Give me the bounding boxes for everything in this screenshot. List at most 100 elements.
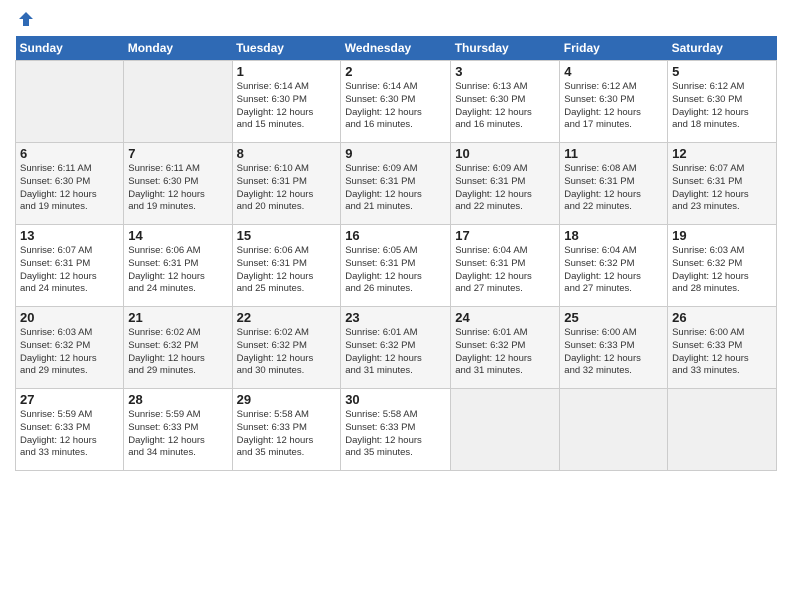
- week-row-4: 27 Sunrise: 5:59 AM Sunset: 6:33 PM Dayli…: [16, 389, 777, 471]
- day-info: Sunrise: 6:09 AM Sunset: 6:31 PM Dayligh…: [455, 163, 555, 214]
- calendar-cell: 1 Sunrise: 6:14 AM Sunset: 6:30 PM Daylig…: [232, 61, 341, 143]
- calendar-cell: [560, 389, 668, 471]
- calendar-cell: [16, 61, 124, 143]
- day-number: 22: [237, 310, 337, 325]
- calendar-cell: 2 Sunrise: 6:14 AM Sunset: 6:30 PM Daylig…: [341, 61, 451, 143]
- calendar-cell: 5Sunrise: 6:12 AM Sunset: 6:30 PM Daylig…: [668, 61, 777, 143]
- calendar-cell: [668, 389, 777, 471]
- calendar-cell: 26 Sunrise: 6:00 AM Sunset: 6:33 PM Dayli…: [668, 307, 777, 389]
- week-row-3: 20 Sunrise: 6:03 AM Sunset: 6:32 PM Dayli…: [16, 307, 777, 389]
- day-info: Sunrise: 6:01 AM Sunset: 6:32 PM Dayligh…: [455, 327, 555, 378]
- day-info: Sunrise: 6:14 AM Sunset: 6:30 PM Dayligh…: [345, 81, 446, 132]
- calendar-cell: 18Sunrise: 6:04 AM Sunset: 6:32 PM Dayli…: [560, 225, 668, 307]
- calendar-cell: 9 Sunrise: 6:09 AM Sunset: 6:31 PM Daylig…: [341, 143, 451, 225]
- day-info: Sunrise: 5:58 AM Sunset: 6:33 PM Dayligh…: [345, 409, 446, 460]
- day-info: Sunrise: 6:01 AM Sunset: 6:32 PM Dayligh…: [345, 327, 446, 378]
- day-number: 20: [20, 310, 119, 325]
- day-info: Sunrise: 6:02 AM Sunset: 6:32 PM Dayligh…: [237, 327, 337, 378]
- calendar-cell: 12 Sunrise: 6:07 AM Sunset: 6:31 PM Dayli…: [668, 143, 777, 225]
- day-number: 4: [564, 64, 663, 79]
- weekday-tuesday: Tuesday: [232, 36, 341, 61]
- calendar-cell: 28Sunrise: 5:59 AM Sunset: 6:33 PM Dayli…: [124, 389, 232, 471]
- day-number: 16: [345, 228, 446, 243]
- calendar-cell: 15 Sunrise: 6:06 AM Sunset: 6:31 PM Dayli…: [232, 225, 341, 307]
- day-info: Sunrise: 6:04 AM Sunset: 6:32 PM Dayligh…: [564, 245, 663, 296]
- day-number: 29: [237, 392, 337, 407]
- calendar-cell: 22 Sunrise: 6:02 AM Sunset: 6:32 PM Dayli…: [232, 307, 341, 389]
- day-number: 27: [20, 392, 119, 407]
- calendar-cell: 19 Sunrise: 6:03 AM Sunset: 6:32 PM Dayli…: [668, 225, 777, 307]
- weekday-friday: Friday: [560, 36, 668, 61]
- day-info: Sunrise: 6:03 AM Sunset: 6:32 PM Dayligh…: [20, 327, 119, 378]
- day-info: Sunrise: 6:08 AM Sunset: 6:31 PM Dayligh…: [564, 163, 663, 214]
- week-row-0: 1 Sunrise: 6:14 AM Sunset: 6:30 PM Daylig…: [16, 61, 777, 143]
- calendar-cell: 6Sunrise: 6:11 AM Sunset: 6:30 PM Daylig…: [16, 143, 124, 225]
- header: [15, 10, 777, 28]
- calendar-cell: 27 Sunrise: 5:59 AM Sunset: 6:33 PM Dayli…: [16, 389, 124, 471]
- day-number: 17: [455, 228, 555, 243]
- day-info: Sunrise: 6:13 AM Sunset: 6:30 PM Dayligh…: [455, 81, 555, 132]
- week-row-1: 6Sunrise: 6:11 AM Sunset: 6:30 PM Daylig…: [16, 143, 777, 225]
- day-info: Sunrise: 6:03 AM Sunset: 6:32 PM Dayligh…: [672, 245, 772, 296]
- page: SundayMondayTuesdayWednesdayThursdayFrid…: [0, 0, 792, 612]
- day-info: Sunrise: 6:12 AM Sunset: 6:30 PM Dayligh…: [564, 81, 663, 132]
- day-number: 13: [20, 228, 119, 243]
- day-info: Sunrise: 6:10 AM Sunset: 6:31 PM Dayligh…: [237, 163, 337, 214]
- calendar-cell: 21Sunrise: 6:02 AM Sunset: 6:32 PM Dayli…: [124, 307, 232, 389]
- day-info: Sunrise: 6:06 AM Sunset: 6:31 PM Dayligh…: [128, 245, 227, 296]
- calendar-cell: 14 Sunrise: 6:06 AM Sunset: 6:31 PM Dayli…: [124, 225, 232, 307]
- calendar-cell: 3Sunrise: 6:13 AM Sunset: 6:30 PM Daylig…: [451, 61, 560, 143]
- calendar-cell: 8 Sunrise: 6:10 AM Sunset: 6:31 PM Daylig…: [232, 143, 341, 225]
- calendar-cell: 16 Sunrise: 6:05 AM Sunset: 6:31 PM Dayli…: [341, 225, 451, 307]
- day-number: 2: [345, 64, 446, 79]
- day-info: Sunrise: 6:07 AM Sunset: 6:31 PM Dayligh…: [20, 245, 119, 296]
- day-number: 9: [345, 146, 446, 161]
- calendar-cell: 25 Sunrise: 6:00 AM Sunset: 6:33 PM Dayli…: [560, 307, 668, 389]
- calendar-cell: 7Sunrise: 6:11 AM Sunset: 6:30 PM Daylig…: [124, 143, 232, 225]
- calendar-cell: 30 Sunrise: 5:58 AM Sunset: 6:33 PM Dayli…: [341, 389, 451, 471]
- calendar-cell: 11 Sunrise: 6:08 AM Sunset: 6:31 PM Dayli…: [560, 143, 668, 225]
- day-info: Sunrise: 6:05 AM Sunset: 6:31 PM Dayligh…: [345, 245, 446, 296]
- day-number: 24: [455, 310, 555, 325]
- day-info: Sunrise: 6:06 AM Sunset: 6:31 PM Dayligh…: [237, 245, 337, 296]
- day-info: Sunrise: 6:14 AM Sunset: 6:30 PM Dayligh…: [237, 81, 337, 132]
- day-number: 25: [564, 310, 663, 325]
- day-number: 23: [345, 310, 446, 325]
- day-number: 1: [237, 64, 337, 79]
- day-info: Sunrise: 5:59 AM Sunset: 6:33 PM Dayligh…: [20, 409, 119, 460]
- calendar-cell: [451, 389, 560, 471]
- day-info: Sunrise: 5:58 AM Sunset: 6:33 PM Dayligh…: [237, 409, 337, 460]
- calendar-cell: 17Sunrise: 6:04 AM Sunset: 6:31 PM Dayli…: [451, 225, 560, 307]
- calendar: SundayMondayTuesdayWednesdayThursdayFrid…: [15, 36, 777, 471]
- day-number: 26: [672, 310, 772, 325]
- weekday-thursday: Thursday: [451, 36, 560, 61]
- day-info: Sunrise: 6:11 AM Sunset: 6:30 PM Dayligh…: [20, 163, 119, 214]
- calendar-cell: 10Sunrise: 6:09 AM Sunset: 6:31 PM Dayli…: [451, 143, 560, 225]
- calendar-cell: [124, 61, 232, 143]
- day-info: Sunrise: 6:12 AM Sunset: 6:30 PM Dayligh…: [672, 81, 772, 132]
- day-number: 28: [128, 392, 227, 407]
- calendar-cell: 29 Sunrise: 5:58 AM Sunset: 6:33 PM Dayli…: [232, 389, 341, 471]
- day-info: Sunrise: 6:11 AM Sunset: 6:30 PM Dayligh…: [128, 163, 227, 214]
- logo: [15, 10, 35, 28]
- logo-icon: [17, 10, 35, 28]
- day-info: Sunrise: 6:00 AM Sunset: 6:33 PM Dayligh…: [564, 327, 663, 378]
- day-number: 30: [345, 392, 446, 407]
- weekday-monday: Monday: [124, 36, 232, 61]
- day-number: 15: [237, 228, 337, 243]
- weekday-header-row: SundayMondayTuesdayWednesdayThursdayFrid…: [16, 36, 777, 61]
- day-number: 12: [672, 146, 772, 161]
- day-info: Sunrise: 6:00 AM Sunset: 6:33 PM Dayligh…: [672, 327, 772, 378]
- calendar-cell: 13 Sunrise: 6:07 AM Sunset: 6:31 PM Dayli…: [16, 225, 124, 307]
- weekday-sunday: Sunday: [16, 36, 124, 61]
- calendar-cell: 4 Sunrise: 6:12 AM Sunset: 6:30 PM Daylig…: [560, 61, 668, 143]
- day-info: Sunrise: 6:07 AM Sunset: 6:31 PM Dayligh…: [672, 163, 772, 214]
- day-info: Sunrise: 6:09 AM Sunset: 6:31 PM Dayligh…: [345, 163, 446, 214]
- calendar-cell: 20 Sunrise: 6:03 AM Sunset: 6:32 PM Dayli…: [16, 307, 124, 389]
- day-number: 8: [237, 146, 337, 161]
- day-number: 19: [672, 228, 772, 243]
- day-number: 14: [128, 228, 227, 243]
- day-number: 11: [564, 146, 663, 161]
- calendar-cell: 23 Sunrise: 6:01 AM Sunset: 6:32 PM Dayli…: [341, 307, 451, 389]
- weekday-saturday: Saturday: [668, 36, 777, 61]
